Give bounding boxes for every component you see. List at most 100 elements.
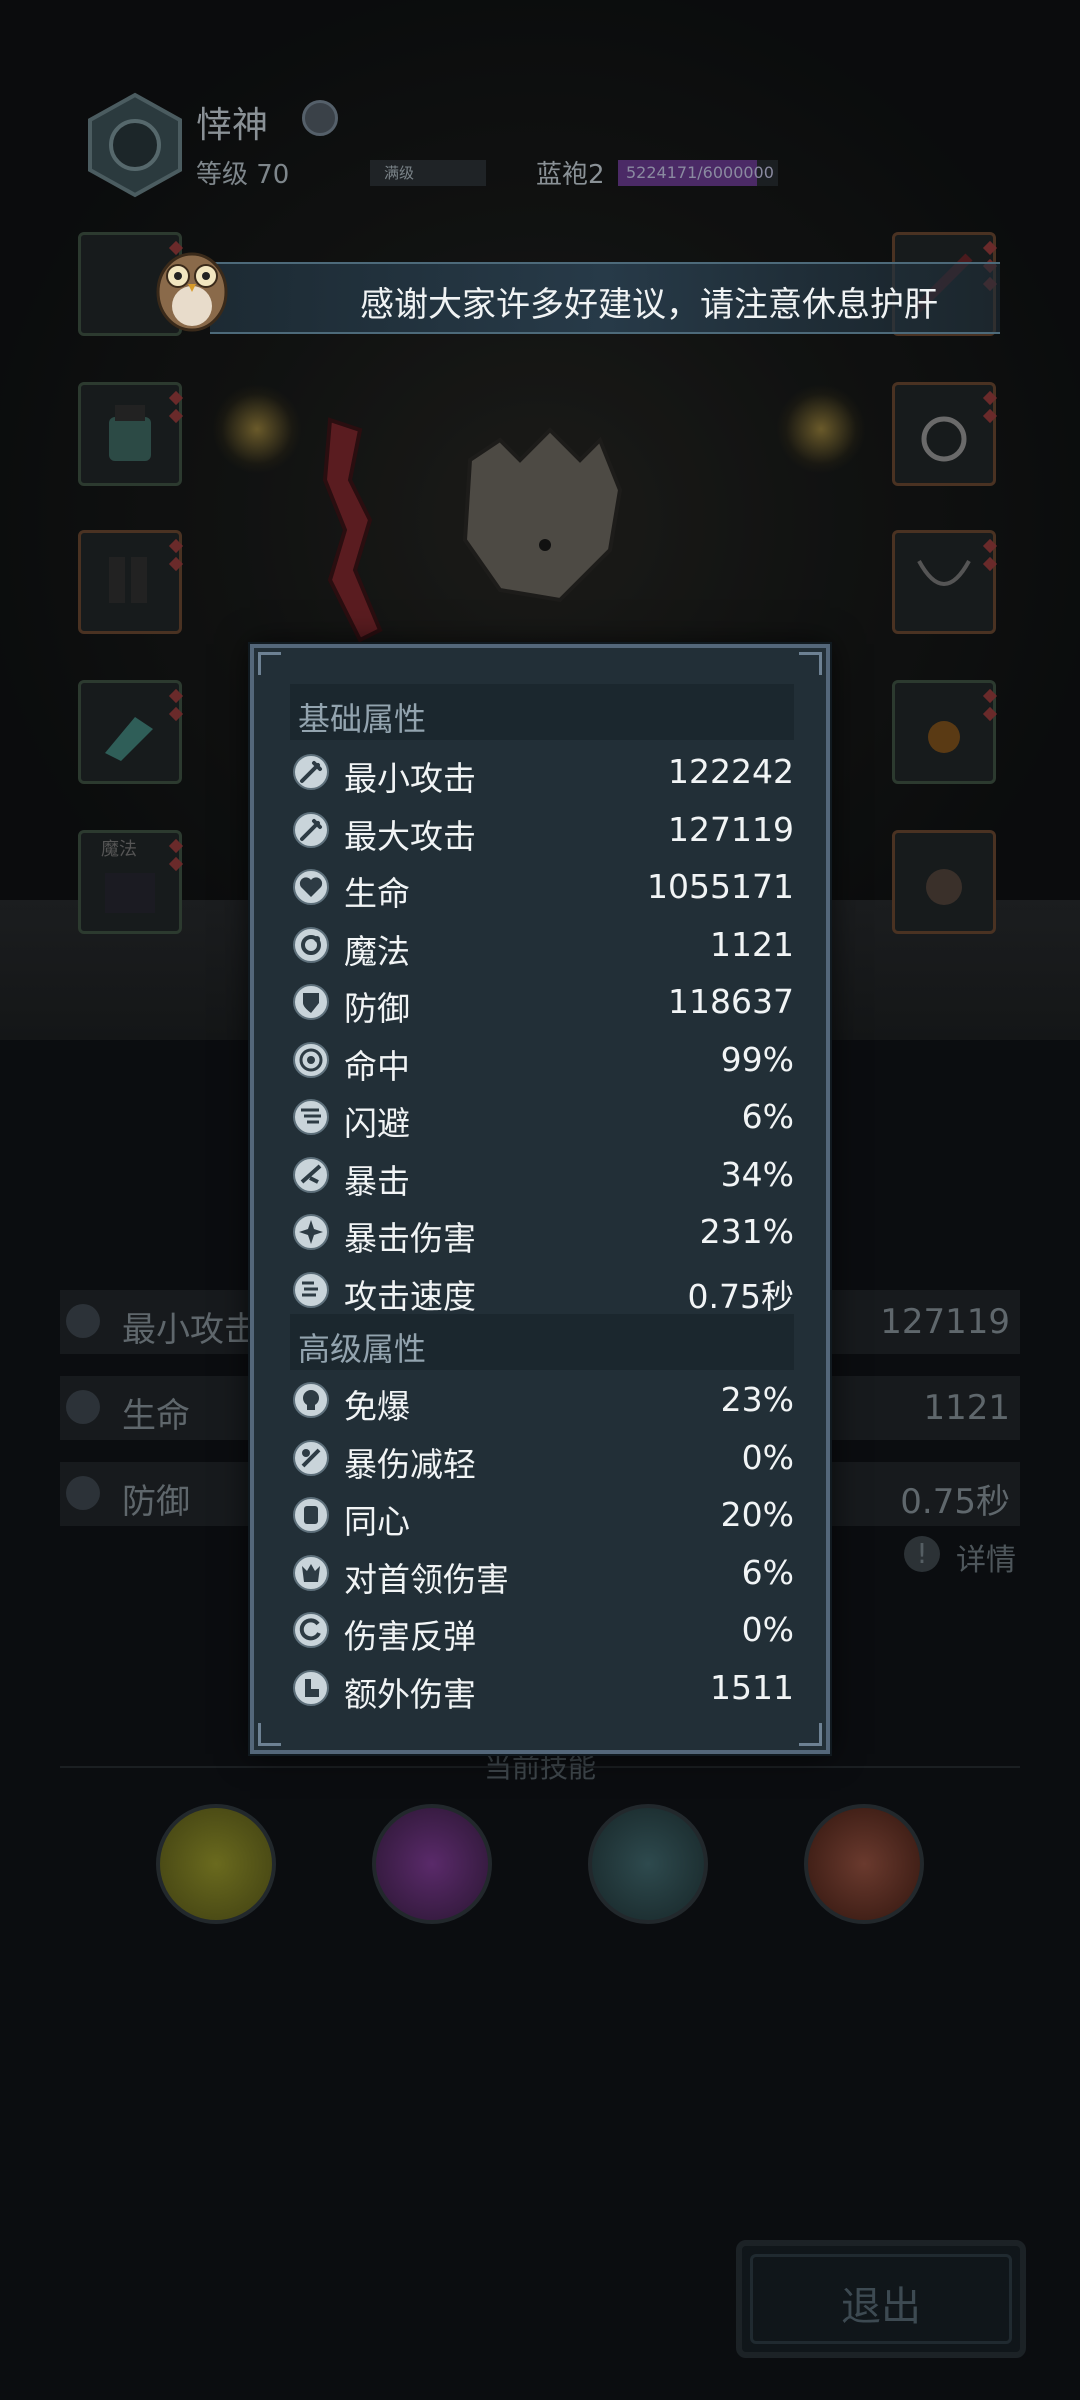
announcement-banner: 感谢大家许多好建议，请注意休息护肝 xyxy=(210,262,1000,334)
attack-speed-icon xyxy=(293,1271,329,1308)
rank-label: 蓝袍2 xyxy=(536,160,605,190)
necklace-icon xyxy=(917,560,971,586)
attribute-label: 对首领伤害 xyxy=(344,1559,509,1599)
sword-icon xyxy=(66,1304,100,1338)
exit-button[interactable]: 退出 xyxy=(736,2240,1026,2358)
attribute-row: 防御 118637 xyxy=(290,974,794,1031)
attribute-row: 最大攻击 127119 xyxy=(290,802,794,859)
equip-slot-right-5[interactable] xyxy=(892,830,996,934)
skill-3-icon[interactable] xyxy=(588,1804,708,1924)
attribute-value: 0% xyxy=(741,1610,794,1649)
basic-attributes-header: 基础属性 xyxy=(290,684,794,740)
heart-icon xyxy=(293,869,329,905)
moon-icon xyxy=(302,100,338,136)
attribute-value: 0% xyxy=(741,1437,794,1477)
bg-stat-value: 127119 xyxy=(880,1302,1010,1342)
attribute-row: 攻击速度 0.75秒 xyxy=(290,1262,794,1319)
attribute-popup: 基础属性 最小攻击 122242 最大攻击 127119 生命 1055171 魔法 1121… xyxy=(250,644,830,1754)
bg-stat-label: 防御 xyxy=(122,1482,190,1522)
advanced-attributes-header: 高级属性 xyxy=(290,1314,794,1370)
skill-1-icon[interactable] xyxy=(156,1804,276,1924)
attribute-label: 伤害反弹 xyxy=(344,1617,476,1656)
scroll-icon xyxy=(293,1497,329,1533)
attribute-row: 最小攻击 122242 xyxy=(290,744,794,801)
exit-label: 退出 xyxy=(841,2284,921,2330)
wall-lamp-left xyxy=(212,384,302,474)
equip-slot-left-2[interactable] xyxy=(78,382,184,486)
attribute-label: 魔法 xyxy=(344,931,410,971)
owl-icon xyxy=(156,252,228,332)
skill-4-icon[interactable] xyxy=(804,1804,924,1924)
exp-bar: 5224171/6000000 xyxy=(618,160,778,186)
ring-icon xyxy=(921,416,967,462)
info-icon[interactable]: ! xyxy=(904,1536,940,1572)
attribute-row: 闪避 6% xyxy=(290,1089,794,1146)
attribute-row: 生命 1055171 xyxy=(290,859,794,916)
attribute-value: 6% xyxy=(741,1552,794,1592)
attribute-label: 生命 xyxy=(344,874,410,913)
attribute-label: 同心 xyxy=(344,1502,410,1541)
attribute-value: 23% xyxy=(720,1380,794,1419)
attribute-row: 伤害反弹 0% xyxy=(290,1602,794,1659)
attribute-label: 攻击速度 xyxy=(344,1276,476,1316)
magic-icon xyxy=(293,926,329,963)
attribute-value: 34% xyxy=(720,1154,794,1194)
attribute-value: 1121 xyxy=(710,924,794,964)
section-title: 高级属性 xyxy=(298,1330,427,1368)
equip-slot-right-3[interactable] xyxy=(892,530,998,634)
section-title: 基础属性 xyxy=(298,700,427,738)
crit-icon xyxy=(293,1156,329,1193)
attribute-label: 暴伤减轻 xyxy=(344,1444,476,1484)
hero-character-icon xyxy=(322,417,623,643)
announcement-text: 感谢大家许多好建议，请注意休息护肝 xyxy=(360,285,938,325)
attribute-row: 暴击伤害 231% xyxy=(290,1204,794,1261)
attribute-value: 99% xyxy=(720,1039,794,1079)
boss-icon xyxy=(293,1554,329,1591)
bg-stat-label: 最小攻击 xyxy=(122,1310,258,1350)
attribute-value: 231% xyxy=(699,1212,794,1251)
attribute-value: 118637 xyxy=(668,982,794,1021)
reflect-icon xyxy=(293,1612,329,1648)
cloak-icon xyxy=(105,873,155,913)
attribute-row: 同心 20% xyxy=(290,1487,794,1544)
attribute-label: 最大攻击 xyxy=(344,816,476,856)
attribute-label: 最小攻击 xyxy=(344,759,476,798)
attribute-value: 127119 xyxy=(668,809,794,849)
attribute-value: 1055171 xyxy=(647,867,794,906)
bg-stat-value: 0.75秒 xyxy=(900,1482,1010,1522)
dodge-icon xyxy=(293,1099,329,1135)
equip-slot-left-3[interactable] xyxy=(78,530,184,634)
attribute-value: 0.75秒 xyxy=(687,1276,794,1316)
bg-stat-value: 1121 xyxy=(923,1388,1010,1428)
equip-slot-left-4[interactable] xyxy=(78,680,184,784)
target-icon xyxy=(293,1041,329,1078)
attribute-label: 暴击伤害 xyxy=(344,1219,476,1258)
exp-text: 5224171/6000000 xyxy=(626,163,774,182)
bracer-icon xyxy=(105,717,153,761)
max-level-badge: 满级 xyxy=(370,160,486,186)
armor-icon xyxy=(109,405,151,461)
extra-damage-icon xyxy=(293,1669,329,1706)
attribute-row: 命中 99% xyxy=(290,1032,794,1089)
skull-icon xyxy=(293,1382,329,1418)
attribute-row: 暴伤减轻 0% xyxy=(290,1430,794,1487)
attribute-value: 20% xyxy=(720,1495,794,1534)
attribute-label: 命中 xyxy=(344,1046,410,1086)
hero-name: 悻神 xyxy=(196,105,269,146)
equip-slot-left-5[interactable]: 魔法 xyxy=(78,830,184,934)
trinket-icon xyxy=(926,869,962,905)
bg-stat-label: 生命 xyxy=(122,1396,190,1436)
detail-link[interactable]: 详情 xyxy=(956,1535,1016,1579)
guild-emblem-icon xyxy=(88,92,182,198)
hero-level: 等级 70 xyxy=(196,160,290,190)
attribute-row: 免爆 23% xyxy=(290,1372,794,1429)
skill-2-icon[interactable] xyxy=(372,1804,492,1924)
sword-icon xyxy=(293,754,329,790)
equip-slot-right-4[interactable] xyxy=(892,680,998,784)
attribute-label: 闪避 xyxy=(344,1104,410,1143)
attribute-row: 对首领伤害 6% xyxy=(290,1545,794,1602)
attribute-label: 防御 xyxy=(344,989,410,1028)
equip-slot-right-2[interactable] xyxy=(892,382,998,486)
sword-icon xyxy=(293,811,329,848)
attribute-value: 122242 xyxy=(668,752,794,791)
